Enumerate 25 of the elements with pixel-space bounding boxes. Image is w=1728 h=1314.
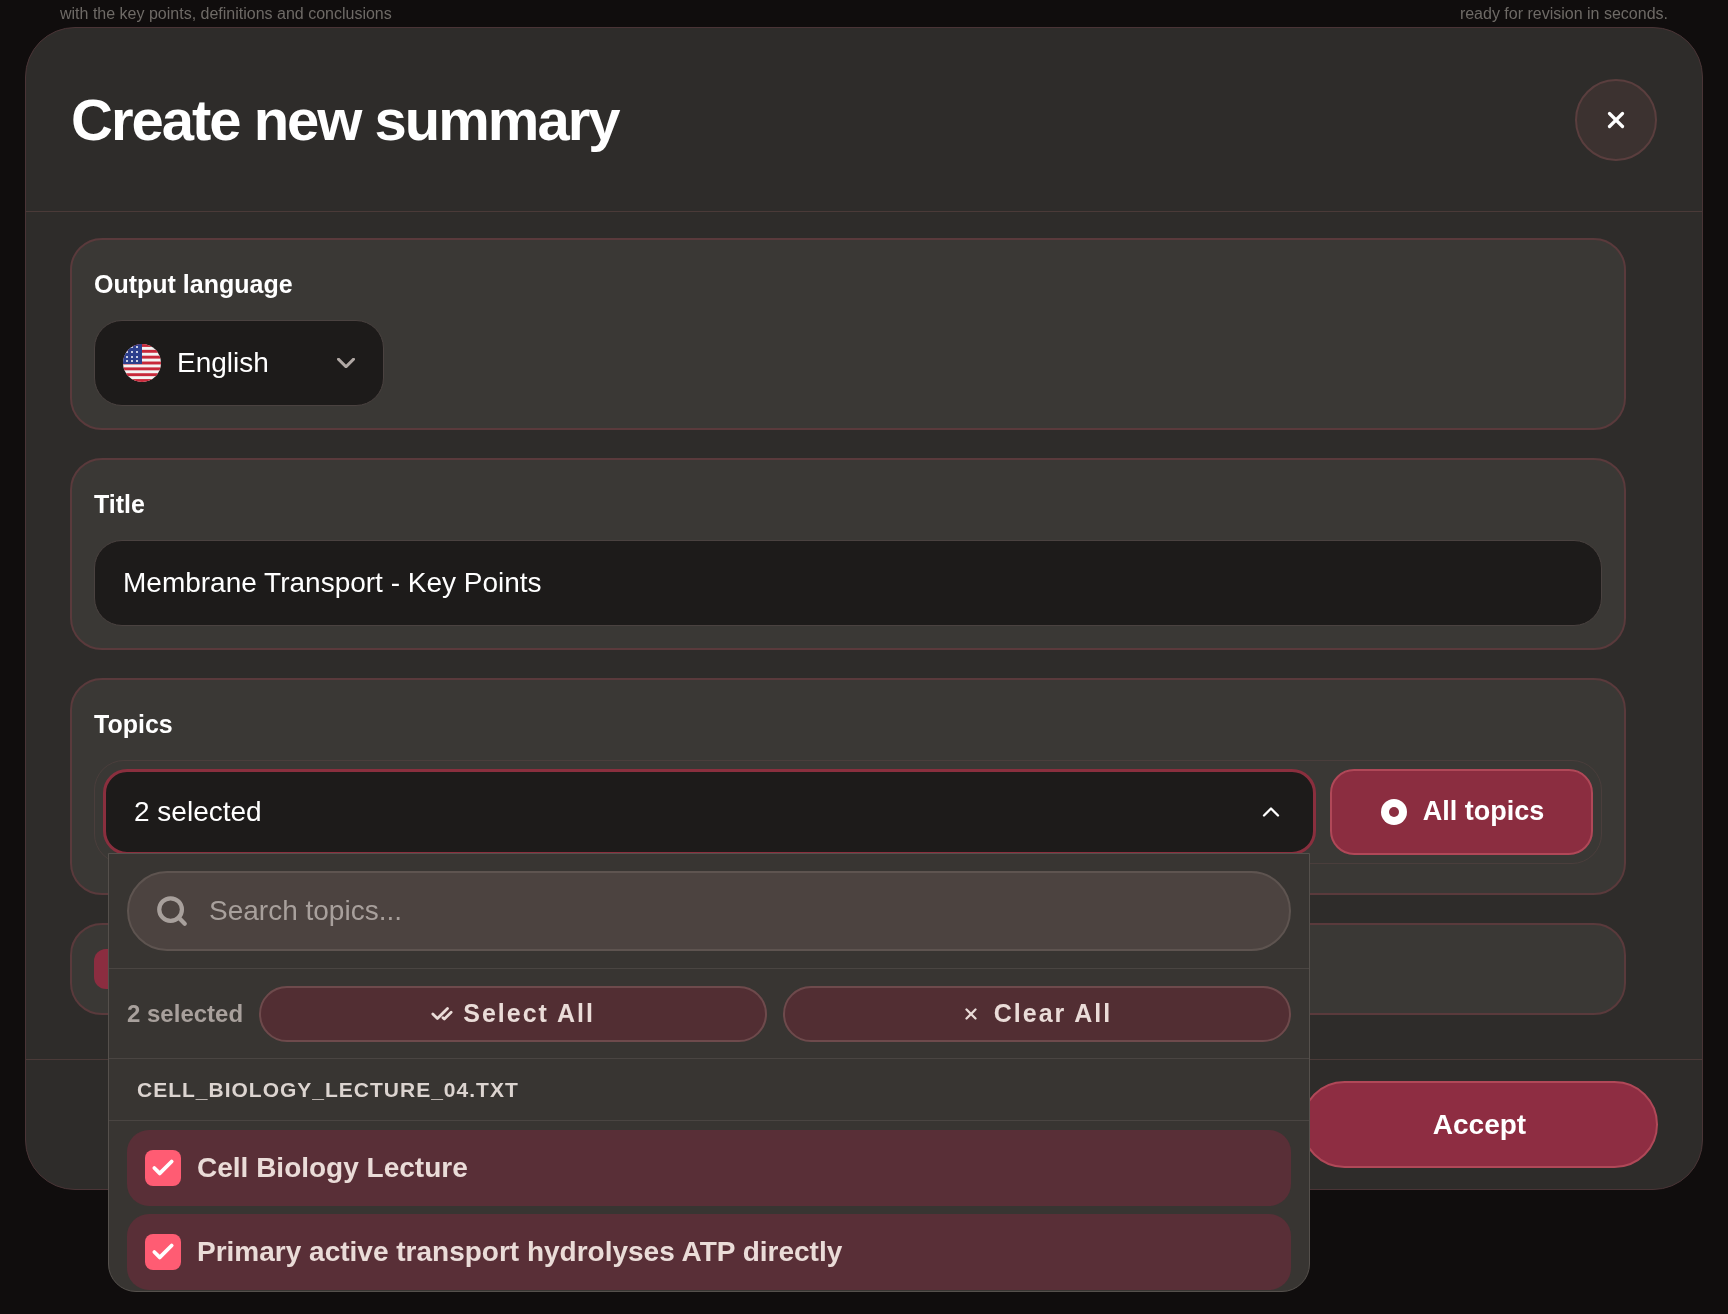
topic-option[interactable]: Primary active transport hydrolyses ATP directly	[127, 1214, 1291, 1290]
dialog-title: Create new summary	[71, 86, 619, 154]
checkbox[interactable]	[145, 1150, 181, 1186]
select-all-button[interactable]: Select All	[259, 985, 768, 1042]
title-field[interactable]: Membrane Transport - Key Points	[94, 539, 1602, 626]
clear-all-button[interactable]: Clear All	[783, 985, 1291, 1042]
selected-count: 2 selected	[127, 998, 244, 1029]
topic-option[interactable]: Cell Biology Lecture	[127, 1130, 1291, 1206]
field-label: Topics	[94, 709, 174, 740]
topics-dropdown[interactable]: 2 selected	[103, 768, 1316, 855]
background-text: ready for revision in seconds.	[1459, 3, 1668, 24]
radio-icon	[1378, 796, 1409, 827]
language-dropdown[interactable]: English	[94, 319, 384, 406]
topic-label: Cell Biology Lecture	[197, 1151, 468, 1185]
search-icon	[155, 894, 189, 928]
search-field[interactable]: Search topics...	[127, 871, 1291, 951]
file-heading: CELL_BIOLOGY_LECTURE_04.TXT	[137, 1076, 519, 1103]
topic-label: Primary active transport hydrolyses ATP directly	[197, 1235, 843, 1269]
background-text: with the key points, definitions and conclusions	[60, 3, 392, 24]
flag-icon	[123, 343, 161, 382]
chevron-down-icon	[337, 357, 355, 368]
field-label: Output language	[94, 269, 294, 300]
field-label: Title	[94, 489, 146, 520]
all-topics-button[interactable]: All topics	[1330, 768, 1593, 855]
checkbox[interactable]	[145, 1234, 181, 1270]
